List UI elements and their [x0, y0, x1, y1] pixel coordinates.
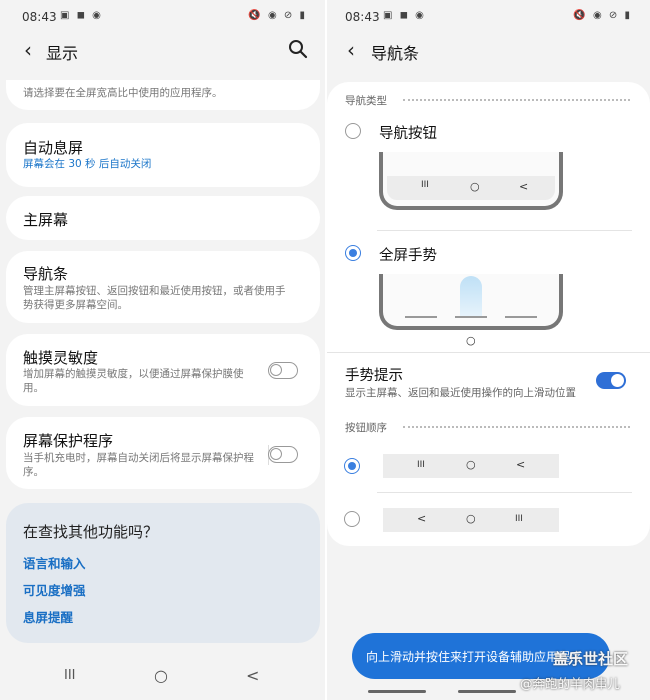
- item-title: 触摸灵敏度: [23, 349, 99, 367]
- home-button[interactable]: ○: [154, 666, 168, 685]
- home-glyph: ○: [466, 458, 476, 471]
- aspect-hint-text: 请选择要在全屏宽高比中使用的应用程序。: [23, 87, 223, 99]
- display-settings-screen: 08:43 ▣ ◼ ◉ 🔇 ◉ ⊘ ▮ ‹ 显示 请选择要在全屏宽高比中使用的应…: [0, 0, 325, 700]
- gesture-hints-desc: 显示主屏幕、返回和最近使用操作的向上滑动位置: [345, 387, 576, 399]
- preview-home-glyph: ○: [466, 334, 476, 347]
- recents-button[interactable]: III: [64, 668, 76, 683]
- edge-lighting-link[interactable]: 息屏提醒: [23, 607, 73, 626]
- back-glyph: <: [516, 458, 526, 471]
- item-subtitle: 屏幕会在 30 秒 后自动关闭: [23, 158, 152, 170]
- navigation-bar-screen: 08:43 ▣ ◼ ◉ 🔇 ◉ ⊘ ▮ ‹ 导航条 导航类型 导航按钮 III …: [327, 0, 650, 700]
- item-subtitle: 管理主屏幕按钮、返回按钮和最近使用按钮，或者使用手势获得更多屏幕空间。: [23, 285, 286, 311]
- gesture-hints-title: 手势提示: [345, 368, 403, 384]
- gesture-bar-center: [458, 690, 516, 693]
- gesture-bar-left: [368, 690, 426, 693]
- section-divider: [403, 99, 630, 101]
- home-glyph: ○: [470, 180, 480, 193]
- looking-for-something-else-card: 在查找其他功能吗？ 语言和输入 可见度增强 息屏提醒: [6, 503, 320, 643]
- screensaver-toggle[interactable]: [268, 446, 298, 463]
- section-divider: [403, 426, 630, 428]
- tooltip-text: 向上滑动并按住来打开设备辅助应用程序: [366, 650, 583, 664]
- item-title: 自动息屏: [23, 139, 84, 157]
- home-screen-item[interactable]: 主屏幕: [6, 196, 320, 240]
- back-glyph: <: [519, 180, 529, 193]
- navigation-settings-card: 导航类型 导航按钮 III ○ < 全屏手势 ○ 手势提示 显示主屏幕、返回和最…: [327, 82, 650, 546]
- touch-sensitivity-toggle[interactable]: [268, 362, 298, 379]
- back-arrow-icon[interactable]: ‹: [18, 38, 38, 62]
- language-input-link[interactable]: 语言和输入: [23, 553, 86, 572]
- screensaver-item[interactable]: 屏幕保护程序 当手机充电时，屏幕自动关闭后将显示屏幕保护程序。: [6, 417, 320, 489]
- gesture-hint-bar: [455, 316, 487, 318]
- button-order-section-label: 按钮顺序: [345, 422, 387, 434]
- recents-glyph: III: [421, 180, 429, 190]
- gesture-hint-bar: [405, 316, 437, 318]
- system-status-icons: 🔇 ◉ ⊘ ▮: [248, 10, 307, 21]
- notification-icons: ▣ ◼ ◉: [60, 10, 103, 21]
- item-subtitle: 当手机充电时，屏幕自动关闭后将显示屏幕保护程序。: [23, 452, 254, 478]
- visibility-enhancements-link[interactable]: 可见度增强: [23, 580, 86, 599]
- watermark-community: 盖乐世社区: [553, 650, 629, 668]
- home-glyph: ○: [466, 512, 476, 525]
- app-aspect-card[interactable]: 请选择要在全屏宽高比中使用的应用程序。: [6, 80, 320, 110]
- gestures-preview: [379, 274, 563, 330]
- touch-sensitivity-item[interactable]: 触摸灵敏度 增加屏幕的触摸灵敏度，以便通过屏幕保护膜使用。: [6, 334, 320, 406]
- find-more-heading: 在查找其他功能吗？: [23, 523, 159, 541]
- order-option-2-preview[interactable]: < ○ III: [383, 508, 559, 532]
- full-screen-gestures-radio[interactable]: [345, 245, 361, 261]
- status-time: 08:43: [345, 10, 380, 24]
- divider: [327, 352, 650, 353]
- app-bar: ‹ 显示: [0, 34, 325, 68]
- status-bar: 08:43 ▣ ◼ ◉ 🔇 ◉ ⊘ ▮: [0, 0, 325, 34]
- order-option-2-radio[interactable]: [344, 511, 360, 527]
- system-nav-bar: III ○ <: [0, 660, 325, 700]
- status-bar: 08:43 ▣ ◼ ◉ 🔇 ◉ ⊘ ▮: [327, 0, 650, 34]
- back-glyph: <: [417, 512, 427, 525]
- order-option-1-preview[interactable]: III ○ <: [383, 454, 559, 478]
- screen-timeout-item[interactable]: 自动息屏 屏幕会在 30 秒 后自动关闭: [6, 123, 320, 187]
- nav-buttons-label[interactable]: 导航按钮: [379, 122, 437, 143]
- gesture-hint-bar: [505, 316, 537, 318]
- back-arrow-icon[interactable]: ‹: [341, 38, 361, 62]
- nav-buttons-radio[interactable]: [345, 123, 361, 139]
- item-subtitle: 增加屏幕的触摸灵敏度，以便通过屏幕保护膜使用。: [23, 368, 244, 394]
- order-option-1-radio[interactable]: [344, 458, 360, 474]
- navigation-bar-item[interactable]: 导航条 管理主屏幕按钮、返回按钮和最近使用按钮，或者使用手势获得更多屏幕空间。: [6, 251, 320, 323]
- nav-buttons-preview: III ○ <: [379, 152, 563, 210]
- notification-icons: ▣ ◼ ◉: [383, 10, 426, 21]
- item-title: 主屏幕: [23, 211, 69, 229]
- page-title: 显示: [46, 44, 79, 63]
- page-title: 导航条: [371, 44, 420, 63]
- item-title: 导航条: [23, 265, 69, 283]
- item-title: 屏幕保护程序: [23, 432, 114, 450]
- full-screen-gestures-label[interactable]: 全屏手势: [379, 244, 437, 265]
- system-status-icons: 🔇 ◉ ⊘ ▮: [573, 10, 632, 21]
- status-time: 08:43: [22, 10, 57, 24]
- gesture-hints-toggle[interactable]: [596, 372, 626, 389]
- preview-nav-bar: III ○ <: [387, 176, 555, 200]
- recents-glyph: III: [417, 460, 425, 470]
- back-button[interactable]: <: [246, 666, 259, 685]
- search-icon[interactable]: [287, 38, 309, 60]
- recents-glyph: III: [515, 514, 523, 524]
- nav-type-section-label: 导航类型: [345, 95, 387, 107]
- watermark-author: @奔跑的羊肉串儿: [520, 676, 621, 691]
- divider: [377, 492, 632, 493]
- app-bar: ‹ 导航条: [327, 34, 650, 68]
- divider: [377, 230, 632, 231]
- swipe-indicator: [460, 276, 482, 318]
